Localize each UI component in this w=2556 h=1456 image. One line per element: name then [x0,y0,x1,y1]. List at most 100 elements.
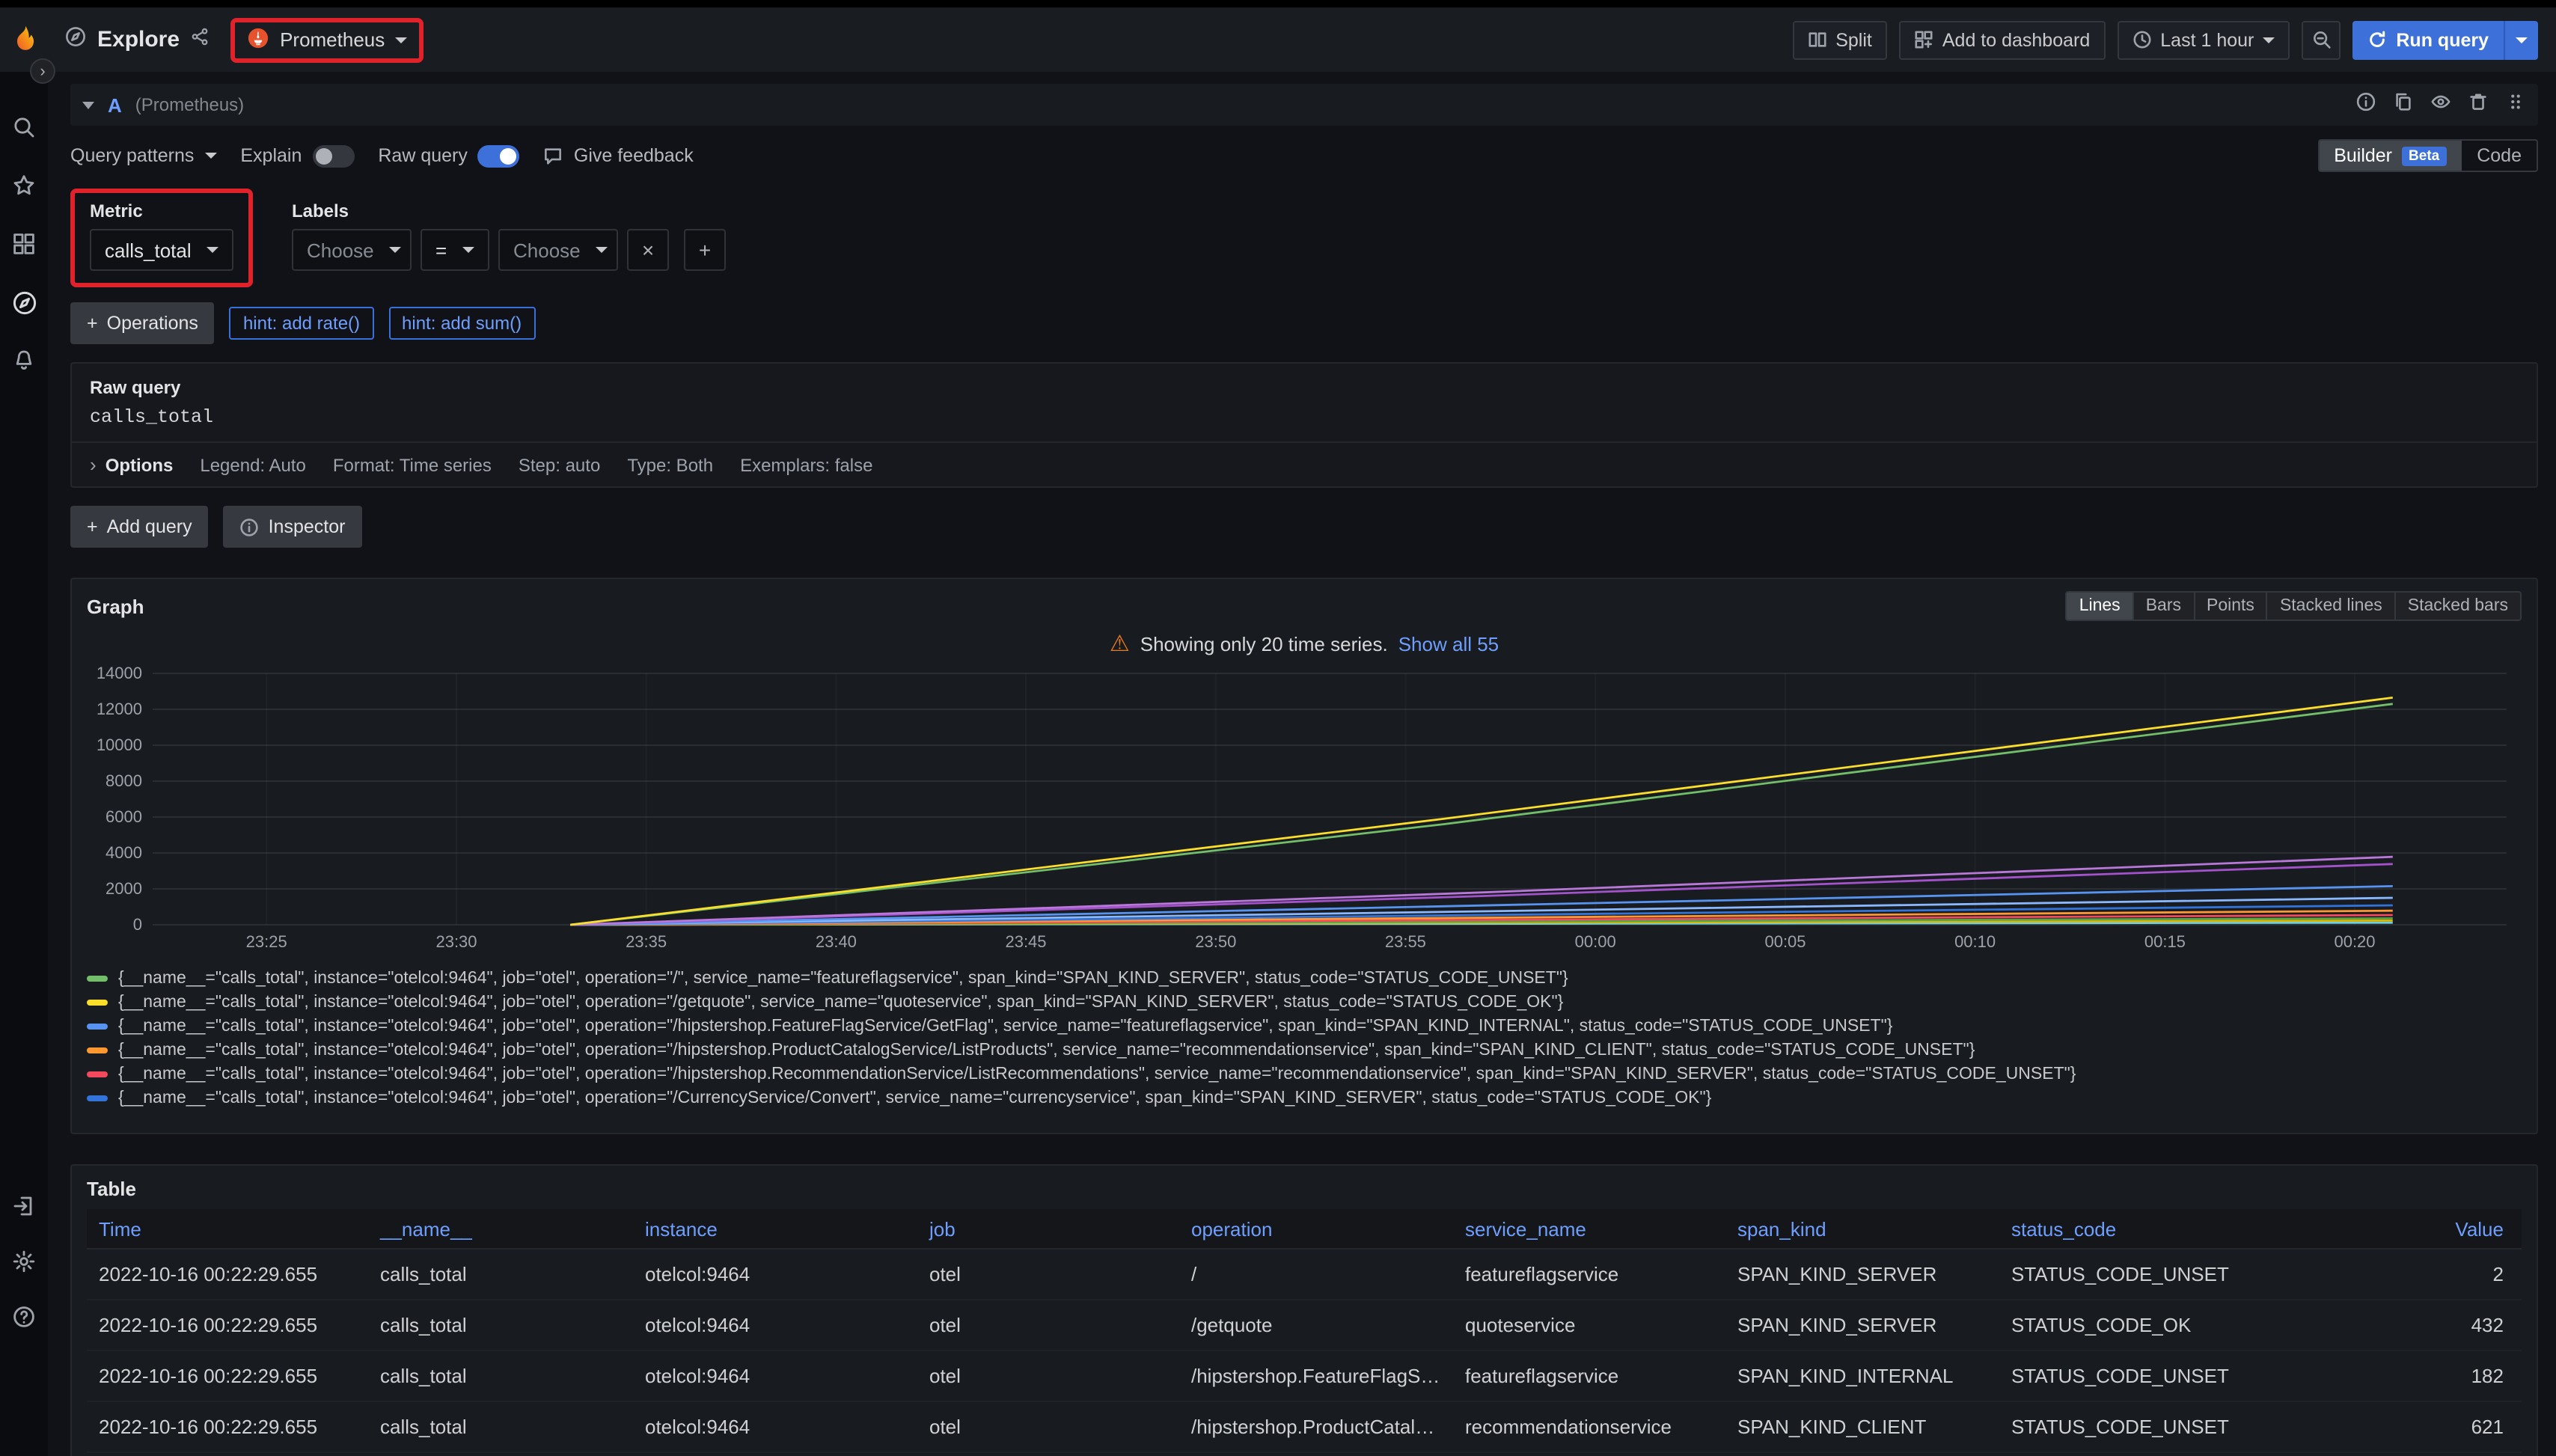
copy-query-icon[interactable] [2393,91,2414,119]
table-cell: otelcol:9464 [633,1416,917,1438]
zoom-out-button[interactable] [2302,20,2341,59]
show-all-series-link[interactable]: Show all 55 [1398,633,1499,655]
table-header-service-name[interactable]: service_name [1453,1217,1725,1240]
add-query-button[interactable]: + Add query [70,506,209,548]
svg-text:00:05: 00:05 [1764,932,1806,951]
label-value-select[interactable]: Choose [498,229,618,271]
table-header-span-kind[interactable]: span_kind [1725,1217,1999,1240]
hint-add-rate-button[interactable]: hint: add rate() [230,307,373,340]
left-sidebar: › [0,72,48,1456]
run-query-button[interactable]: Run query [2352,20,2538,59]
legend-series-label: {__name__="calls_total", instance="otelc… [118,994,1563,1012]
time-range-picker[interactable]: Last 1 hour [2117,20,2290,59]
grafana-logo-icon[interactable] [7,22,43,58]
legend-item[interactable]: {__name__="calls_total", instance="otelc… [87,1015,2522,1039]
graph-mode-stacked-bars[interactable]: Stacked bars [2394,593,2520,620]
remove-label-filter-button[interactable]: × [627,229,669,271]
table-row: 2022-10-16 00:22:29.655calls_totalotelco… [87,1453,2522,1456]
graph-mode-bars[interactable]: Bars [2132,593,2193,620]
legend-item[interactable]: {__name__="calls_total", instance="otelc… [87,1039,2522,1062]
svg-text:23:30: 23:30 [435,932,477,951]
datasource-picker[interactable]: Prometheus [230,17,424,62]
query-row-header[interactable]: A (Prometheus) [70,84,2538,126]
page-title: Explore [97,27,180,52]
graph-panel: Graph LinesBarsPointsStacked linesStacke… [70,578,2538,1134]
time-series-chart[interactable]: 23:2523:3023:3523:4023:4523:5023:5500:00… [87,661,2522,961]
top-navbar: Explore Prometheus Split Add to dashboa [0,7,2556,72]
options-expander[interactable]: › Options [90,453,173,476]
split-button[interactable]: Split [1792,20,1887,59]
give-feedback-link[interactable]: Give feedback [544,145,694,166]
metric-select[interactable]: calls_total [90,229,233,271]
query-ref-id: A [108,94,122,116]
graph-mode-points[interactable]: Points [2193,593,2266,620]
raw-query-toggle[interactable] [478,144,520,167]
table-header-status-code[interactable]: status_code [1999,1217,2299,1240]
query-info-icon[interactable] [2355,91,2376,119]
add-operation-button[interactable]: + Operations [70,302,215,344]
legend-item[interactable]: {__name__="calls_total", instance="otelc… [87,991,2522,1015]
hint-add-sum-button[interactable]: hint: add sum() [388,307,535,340]
sidebar-item-explore[interactable] [10,289,37,316]
remove-query-icon[interactable] [2468,91,2489,119]
page-title-group: Explore [64,25,210,54]
svg-text:4000: 4000 [106,843,142,862]
hide-response-icon[interactable] [2430,91,2451,119]
explain-toggle-group: Explain [240,144,354,167]
inspector-button[interactable]: Inspector [224,506,362,548]
run-query-dropdown[interactable] [2504,20,2538,59]
sidebar-item-starred[interactable] [10,172,37,199]
metric-annotation-box: Metric calls_total [70,189,253,287]
expand-sidebar-button[interactable]: › [30,58,55,84]
graph-mode-stacked-lines[interactable]: Stacked lines [2266,593,2394,620]
table-header-time[interactable]: Time [87,1217,368,1240]
collapse-query-icon[interactable] [82,101,94,108]
option-step: Step: auto [519,454,600,475]
sidebar-item-help[interactable] [10,1303,37,1330]
table-header-value[interactable]: Value [2299,1217,2522,1240]
give-feedback-label: Give feedback [574,145,694,166]
table-cell: 182 [2299,1365,2522,1387]
svg-text:23:45: 23:45 [1005,932,1046,951]
drag-handle-icon[interactable] [2505,91,2526,119]
legend-item[interactable]: {__name__="calls_total", instance="otelc… [87,1062,2522,1086]
chevron-down-icon [389,247,401,253]
query-patterns-label: Query patterns [70,145,194,166]
svg-text:2000: 2000 [106,879,142,898]
query-patterns-dropdown[interactable]: Query patterns [70,145,216,166]
split-label: Split [1835,29,1872,50]
raw-query-label: Raw query [90,377,2519,398]
add-label-filter-button[interactable]: + [684,229,726,271]
table-cell: 2022-10-16 00:22:29.655 [87,1365,368,1387]
table-cell: otelcol:9464 [633,1365,917,1387]
label-operator-select[interactable]: = [421,229,489,271]
sidebar-item-dashboards[interactable] [10,230,37,257]
chevron-down-icon [204,153,216,159]
label-name-select[interactable]: Choose [292,229,412,271]
code-mode-button[interactable]: Code [2462,141,2537,171]
explain-toggle[interactable] [312,144,354,167]
table-header-job[interactable]: job [917,1217,1179,1240]
legend-series-label: {__name__="calls_total", instance="otelc… [118,1041,1975,1059]
svg-text:00:20: 00:20 [2334,932,2375,951]
share-icon[interactable] [190,27,210,52]
query-toolbar: Query patterns Explain Raw query Give fe… [70,138,2538,174]
sidebar-item-configuration[interactable] [10,1248,37,1275]
chevron-right-icon: › [90,453,97,476]
label-operator-value: = [435,239,447,261]
table-header--name-[interactable]: __name__ [368,1217,633,1240]
sidebar-item-alerting[interactable] [10,347,37,374]
graph-mode-lines[interactable]: Lines [2067,593,2132,620]
sidebar-item-sign-in[interactable] [10,1193,37,1220]
table-cell: otel [917,1263,1179,1285]
bell-icon [12,349,36,373]
series-limit-warning: ⚠ Showing only 20 time series. Show all … [87,633,2522,655]
table-header-instance[interactable]: instance [633,1217,917,1240]
sidebar-item-search[interactable] [10,114,37,141]
legend-item[interactable]: {__name__="calls_total", instance="otelc… [87,1086,2522,1110]
builder-mode-button[interactable]: Builder Beta [2319,141,2462,171]
table-header-operation[interactable]: operation [1179,1217,1453,1240]
table-cell: SPAN_KIND_CLIENT [1725,1416,1999,1438]
legend-item[interactable]: {__name__="calls_total", instance="otelc… [87,967,2522,991]
add-to-dashboard-button[interactable]: Add to dashboard [1899,20,2105,59]
